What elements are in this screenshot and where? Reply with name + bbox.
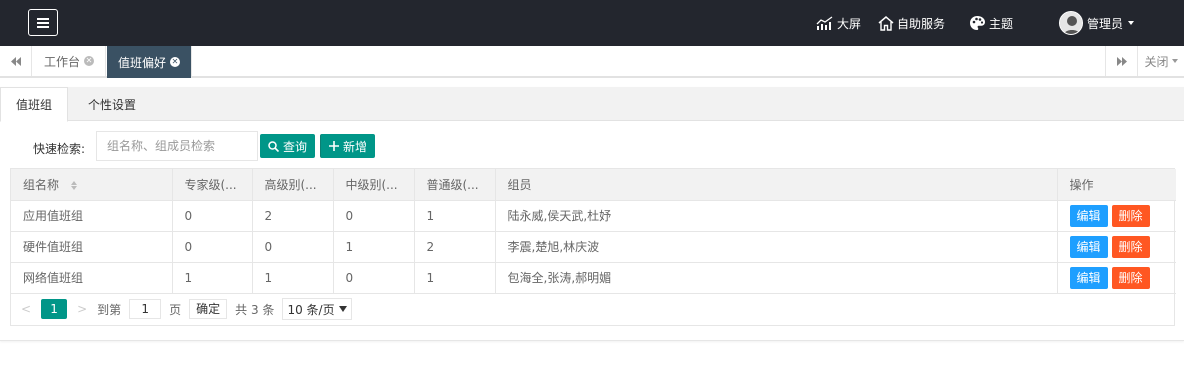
close-icon[interactable]: ✕ — [170, 57, 181, 67]
chevron-down-icon — [1128, 21, 1135, 25]
table-row: 硬件值班组 0 0 1 2 李震,楚旭,林庆波 编辑 删除 — [11, 231, 1176, 263]
close-icon[interactable]: ✕ — [84, 56, 95, 66]
avatar — [1059, 11, 1083, 35]
home-icon — [878, 15, 894, 31]
add-button-label: 新增 — [343, 139, 368, 154]
subtab-duty-group[interactable]: 值班组 — [0, 87, 69, 122]
cell-normal: 1 — [414, 262, 496, 294]
user-name: 管理员 — [1087, 16, 1124, 31]
cell-members: 陆永威,侯天武,杜妤 — [495, 200, 1058, 232]
duty-group-table: 组名称 专家级(... 高级别(... 中级别(... 普通级(... 组员 操… — [10, 168, 1176, 326]
palette-icon — [970, 16, 985, 30]
cell-group-name: 硬件值班组 — [11, 231, 173, 263]
tab-duty-preference[interactable]: 值班偏好 ✕ — [107, 46, 193, 78]
column-header-label: 组名称 — [23, 177, 60, 192]
column-header-high: 高级别(... — [252, 169, 334, 201]
user-menu[interactable]: 管理员 — [1059, 0, 1135, 46]
main-content: 值班组 个性设置 快速检索: 查询 新增 组名称 — [0, 87, 1184, 341]
delete-button[interactable]: 删除 — [1111, 235, 1150, 258]
table-row: 应用值班组 0 2 0 1 陆永威,侯天武,杜妤 编辑 删除 — [11, 200, 1176, 232]
cell-normal: 2 — [414, 231, 496, 263]
nav-selfservice-label: 自助服务 — [897, 16, 946, 31]
column-header-group-name[interactable]: 组名称 — [11, 169, 173, 201]
current-page-button[interactable]: 1 — [41, 299, 68, 319]
tab-duty-preference-label: 值班偏好 — [118, 55, 167, 70]
cell-group-name: 网络值班组 — [11, 262, 173, 294]
cell-actions: 编辑 删除 — [1057, 231, 1176, 263]
sort-icon[interactable] — [70, 180, 77, 190]
cell-mid: 1 — [333, 231, 415, 263]
cell-actions: 编辑 删除 — [1057, 262, 1176, 294]
cell-high: 0 — [252, 231, 334, 263]
search-label: 快速检索: — [33, 142, 86, 156]
page-size-select[interactable]: 10 条/页 — [282, 298, 352, 320]
nav-bigscreen[interactable]: 大屏 — [816, 0, 861, 46]
page-unit-label: 页 — [169, 302, 182, 317]
prev-page-icon[interactable]: < — [21, 302, 31, 316]
tab-workbench[interactable]: 工作台 ✕ — [33, 46, 107, 76]
double-chevron-left-icon — [10, 56, 21, 66]
cell-high: 2 — [252, 200, 334, 232]
column-header-mid: 中级别(... — [333, 169, 415, 201]
subtab-duty-group-label: 值班组 — [16, 98, 53, 112]
goto-label: 到第 — [97, 302, 122, 317]
tab-workbench-label: 工作台 — [44, 54, 81, 69]
next-page-icon[interactable]: > — [77, 302, 87, 316]
query-button-label: 查询 — [283, 139, 308, 154]
bar-chart-icon — [816, 16, 833, 30]
edit-button[interactable]: 编辑 — [1069, 266, 1108, 289]
nav-selfservice[interactable]: 自助服务 — [878, 0, 945, 46]
column-header-normal: 普通级(... — [414, 169, 496, 201]
cell-expert: 0 — [172, 200, 253, 232]
goto-page-input[interactable] — [129, 299, 162, 319]
cell-mid: 0 — [333, 262, 415, 294]
subtab-personal-settings-label: 个性设置 — [88, 97, 137, 112]
goto-confirm-button[interactable]: 确定 — [189, 299, 228, 319]
cell-actions: 编辑 删除 — [1057, 200, 1176, 232]
chevron-down-icon — [1171, 59, 1178, 63]
plus-icon — [329, 141, 339, 151]
subtab-personal-settings[interactable]: 个性设置 — [73, 87, 151, 121]
nav-theme-label: 主题 — [989, 16, 1014, 31]
cell-normal: 1 — [414, 200, 496, 232]
menu-toggle-button[interactable] — [28, 9, 58, 36]
delete-button[interactable]: 删除 — [1111, 204, 1150, 227]
cell-expert: 0 — [172, 231, 253, 263]
table-row: 网络值班组 1 1 0 1 包海全,张涛,郝明媚 编辑 删除 — [11, 262, 1176, 294]
close-tabs-label: 关闭 — [1144, 54, 1169, 69]
close-tabs-menu[interactable]: 关闭 — [1137, 46, 1184, 76]
query-button[interactable]: 查询 — [260, 134, 316, 158]
search-input[interactable] — [96, 131, 258, 161]
pagination: < 1 > 到第 页 确定 共 3 条 10 条/页 — [11, 294, 1174, 325]
total-count: 共 3 条 — [235, 302, 275, 317]
subtabs: 值班组 个性设置 — [0, 87, 1184, 122]
tabs-scroll-right-button[interactable] — [1105, 46, 1137, 76]
dropdown-arrow-icon — [338, 306, 347, 312]
double-chevron-right-icon — [1116, 56, 1127, 66]
cell-members: 李震,楚旭,林庆波 — [495, 231, 1058, 263]
nav-bigscreen-label: 大屏 — [837, 16, 862, 31]
top-header: 大屏 自助服务 主题 管理员 — [0, 0, 1184, 46]
cell-group-name: 应用值班组 — [11, 200, 173, 232]
cell-expert: 1 — [172, 262, 253, 294]
column-header-actions: 操作 — [1057, 169, 1176, 201]
page-size-value: 10 条/页 — [287, 302, 335, 317]
cell-high: 1 — [252, 262, 334, 294]
delete-button[interactable]: 删除 — [1111, 266, 1150, 289]
hamburger-icon — [37, 17, 49, 28]
cell-mid: 0 — [333, 200, 415, 232]
column-header-members: 组员 — [495, 169, 1058, 201]
column-header-expert: 专家级(... — [172, 169, 253, 201]
page-tabs-bar: 工作台 ✕ 值班偏好 ✕ 关闭 — [0, 46, 1184, 78]
search-icon — [268, 140, 279, 152]
add-button[interactable]: 新增 — [320, 134, 376, 158]
tabs-scroll-left-button[interactable] — [0, 46, 32, 76]
cell-members: 包海全,张涛,郝明媚 — [495, 262, 1058, 294]
edit-button[interactable]: 编辑 — [1069, 204, 1108, 227]
edit-button[interactable]: 编辑 — [1069, 235, 1108, 258]
table-header-row: 组名称 专家级(... 高级别(... 中级别(... 普通级(... 组员 操… — [11, 169, 1176, 201]
nav-theme[interactable]: 主题 — [969, 0, 1013, 46]
